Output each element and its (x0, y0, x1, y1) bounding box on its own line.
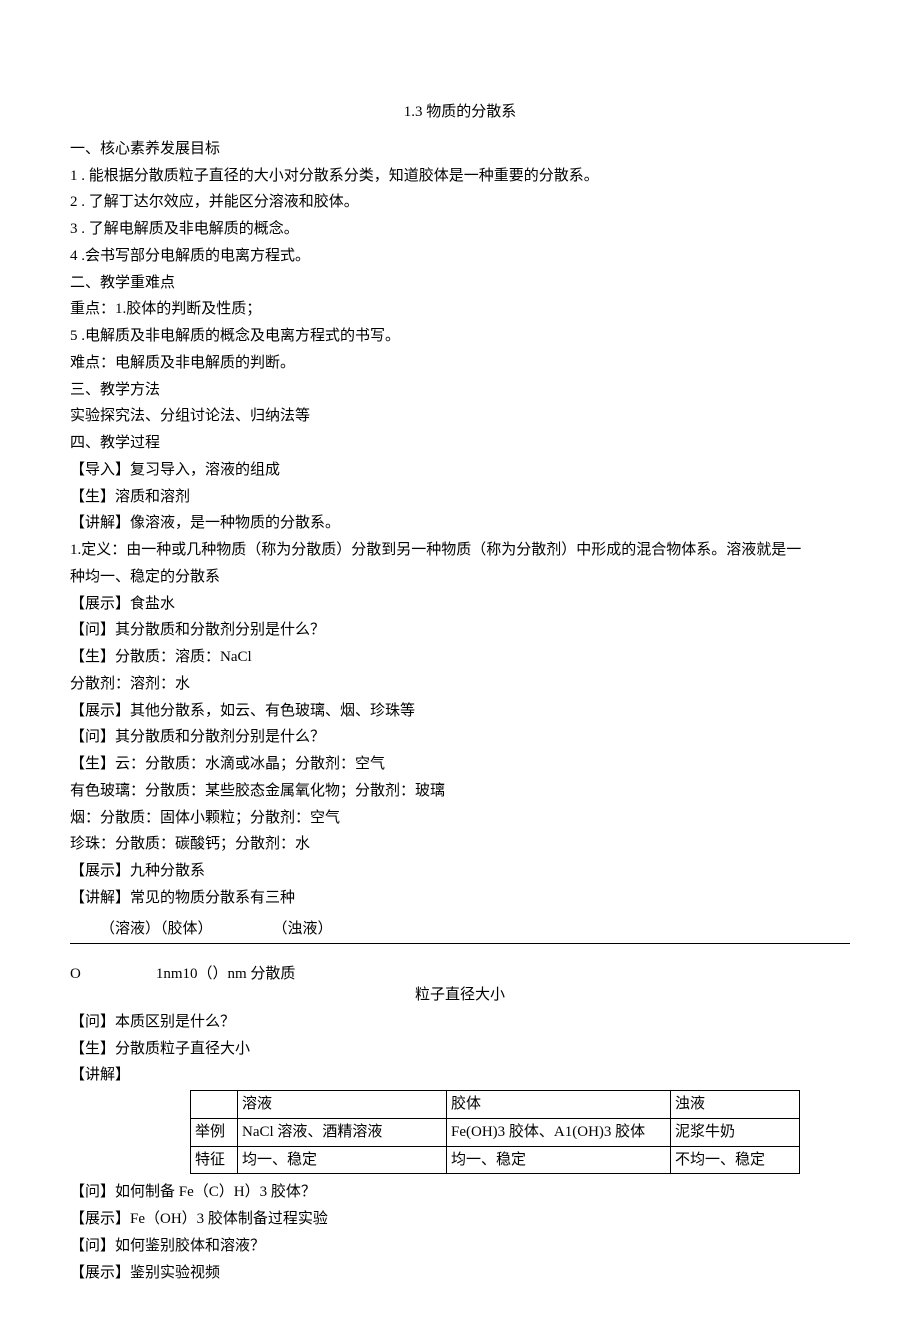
th-solution: 溶液 (238, 1091, 447, 1119)
proc-intro: 【导入】复习导入，溶液的组成 (70, 458, 850, 483)
tail-show-prep: 【展示】Fe（OH）3 胶体制备过程实验 (70, 1207, 850, 1232)
table-row-header: 溶液 胶体 浊液 (191, 1091, 800, 1119)
proc-student-2: 【生】分散质：溶质：NaCl (70, 645, 850, 670)
td-example-colloid: Fe(OH)3 胶体、A1(OH)3 胶体 (447, 1118, 671, 1146)
axis-line (70, 942, 850, 944)
tail-question-distinguish: 【问】如何鉴别胶体和溶液？ (70, 1234, 850, 1259)
proc-definition-2: 种均一、稳定的分散系 (70, 565, 850, 590)
table-row-feature: 特征 均一、稳定 均一、稳定 不均一、稳定 (191, 1146, 800, 1174)
proc-student-cloud: 【生】云：分散质：水滴或冰晶；分散剂：空气 (70, 752, 850, 777)
key-point-line: 重点：1.胶体的判断及性质； (70, 297, 850, 322)
methods-content: 实验探究法、分组讨论法、归纳法等 (70, 404, 850, 429)
td-feature-label: 特征 (191, 1146, 238, 1174)
goal-item-1: 1 . 能根据分散质粒子直径的大小对分散系分类，知道胶体是一种重要的分散系。 (70, 164, 850, 189)
proc-student-1: 【生】溶质和溶剂 (70, 485, 850, 510)
proc-glass: 有色玻璃：分散质：某些胶态金属氧化物；分散剂：玻璃 (70, 779, 850, 804)
difficulty-line: 难点：电解质及非电解质的判断。 (70, 351, 850, 376)
proc-smoke: 烟：分散质：固体小颗粒；分散剂：空气 (70, 806, 850, 831)
th-blank (191, 1091, 238, 1119)
section3-heading: 三、教学方法 (70, 378, 850, 403)
proc-dispersant-1: 分散剂：溶剂：水 (70, 672, 850, 697)
proc-definition-1: 1.定义：由一种或几种物质（称为分散质）分散到另一种物质（称为分散剂）中形成的混… (70, 538, 850, 563)
key-point-5: 5 .电解质及非电解质的概念及电离方程式的书写。 (70, 324, 850, 349)
td-feature-suspension: 不均一、稳定 (671, 1146, 800, 1174)
proc-pearl: 珍珠：分散质：碳酸钙；分散剂：水 (70, 832, 850, 857)
student-essential: 【生】分散质粒子直径大小 (70, 1037, 850, 1062)
table-row-example: 举例 NaCl 溶液、酒精溶液 Fe(OH)3 胶体、A1(OH)3 胶体 泥浆… (191, 1118, 800, 1146)
th-suspension: 浊液 (671, 1091, 800, 1119)
td-example-suspension: 泥浆牛奶 (671, 1118, 800, 1146)
axis-diagram: （溶液）（胶体） （浊液） (70, 917, 850, 945)
th-colloid: 胶体 (447, 1091, 671, 1119)
explain-table-intro: 【讲解】 (70, 1063, 850, 1088)
proc-show-others: 【展示】其他分散系，如云、有色玻璃、烟、珍珠等 (70, 699, 850, 724)
proc-explain-three: 【讲解】常见的物质分散系有三种 (70, 886, 850, 911)
axis-top-labels: （溶液）（胶体） （浊液） (100, 917, 850, 942)
td-example-solution: NaCl 溶液、酒精溶液 (238, 1118, 447, 1146)
section2-heading: 二、教学重难点 (70, 271, 850, 296)
goal-item-2: 2 . 了解丁达尔效应，并能区分溶液和胶体。 (70, 190, 850, 215)
td-feature-colloid: 均一、稳定 (447, 1146, 671, 1174)
comparison-table: 溶液 胶体 浊液 举例 NaCl 溶液、酒精溶液 Fe(OH)3 胶体、A1(O… (190, 1090, 800, 1174)
proc-question-1: 【问】其分散质和分散剂分别是什么？ (70, 618, 850, 643)
goal-item-3: 3 . 了解电解质及非电解质的概念。 (70, 217, 850, 242)
question-essential: 【问】本质区别是什么？ (70, 1010, 850, 1035)
proc-question-2: 【问】其分散质和分散剂分别是什么？ (70, 725, 850, 750)
proc-show-nine: 【展示】九种分散系 (70, 859, 850, 884)
proc-explain-1: 【讲解】像溶液，是一种物质的分散系。 (70, 511, 850, 536)
goal-item-4: 4 .会书写部分电解质的电离方程式。 (70, 244, 850, 269)
section4-heading: 四、教学过程 (70, 431, 850, 456)
tail-question-prep: 【问】如何制备 Fe（C）H）3 胶体？ (70, 1180, 850, 1205)
td-example-label: 举例 (191, 1118, 238, 1146)
section1-heading: 一、核心素养发展目标 (70, 137, 850, 162)
tail-show-video: 【展示】鉴别实验视频 (70, 1261, 850, 1286)
proc-show-salt: 【展示】食盐水 (70, 592, 850, 617)
td-feature-solution: 均一、稳定 (238, 1146, 447, 1174)
document-title: 1.3 物质的分散系 (70, 100, 850, 125)
